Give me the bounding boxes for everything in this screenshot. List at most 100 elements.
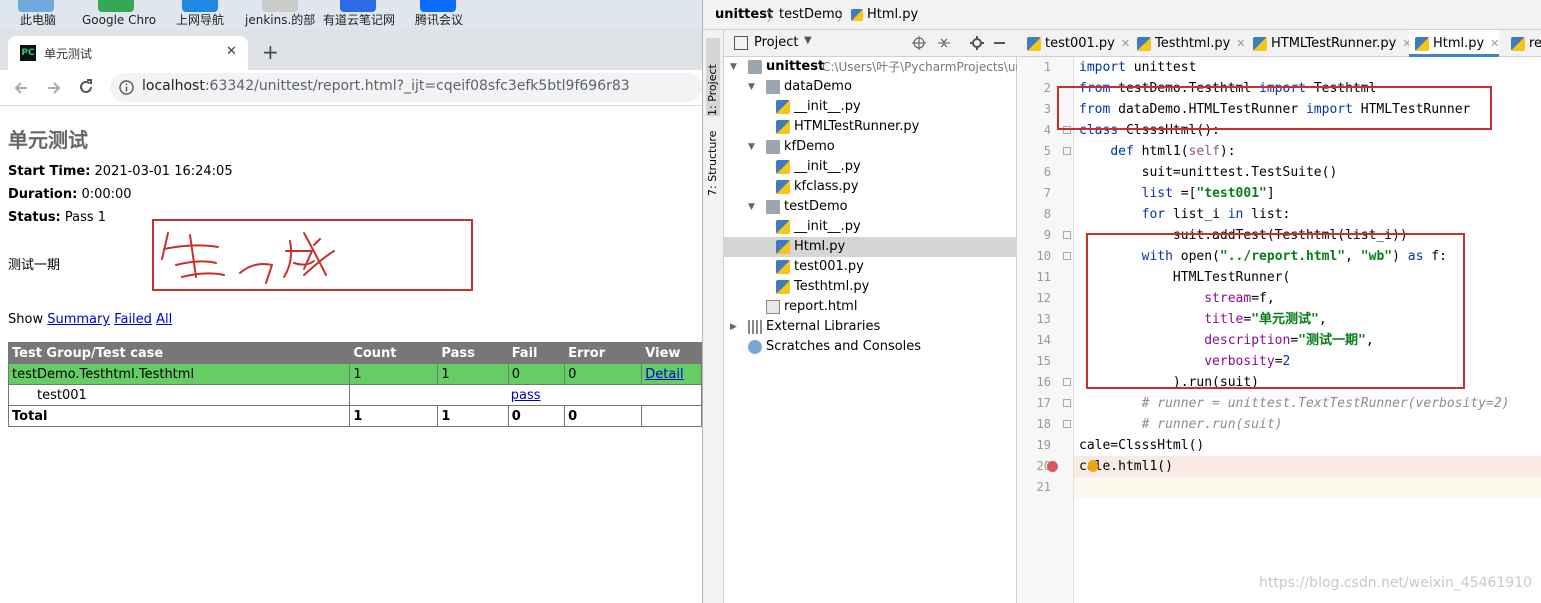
project-tool-tab[interactable]: 1: Project	[706, 38, 720, 116]
gear-icon[interactable]	[970, 36, 984, 50]
breadcrumb-project[interactable]: unittest	[715, 7, 773, 22]
annotation-box-import	[1057, 86, 1492, 130]
tree-item[interactable]: __init__.py	[724, 217, 1017, 237]
tree-item[interactable]: report.html	[724, 297, 1017, 317]
fold-marker-icon[interactable]	[1063, 147, 1071, 155]
editor-tab[interactable]: HTMLTestRunner.py ✕	[1247, 30, 1412, 57]
close-tab-icon[interactable]: ✕	[1121, 37, 1130, 50]
line-number: 6	[1043, 165, 1051, 179]
tree-item[interactable]: ▶ External Libraries	[724, 317, 1017, 337]
python-file-icon	[776, 100, 790, 114]
document-icon[interactable]	[262, 0, 298, 12]
code-line: def html1(self):	[1110, 144, 1236, 159]
line-number: 2	[1043, 81, 1051, 95]
summary-link[interactable]: Summary	[47, 312, 110, 327]
status-label: Status:	[8, 210, 61, 225]
address-bar[interactable]: localhost:63342/unittest/report.html?_ij…	[110, 73, 702, 102]
fail-cell: 0	[507, 363, 566, 385]
tree-item[interactable]: __init__.py	[724, 157, 1017, 177]
breadcrumb-file[interactable]: Html.py	[867, 7, 918, 22]
tree-item[interactable]: HTMLTestRunner.py	[724, 117, 1017, 137]
failed-link[interactable]: Failed	[114, 312, 152, 327]
tree-item[interactable]: Html.py	[724, 237, 1017, 257]
editor-tab[interactable]: re	[1505, 30, 1541, 57]
minimize-icon[interactable]	[994, 42, 1005, 44]
fold-marker-icon[interactable]	[1063, 420, 1071, 428]
breakpoint-icon[interactable]	[1047, 461, 1058, 472]
line-number: 11	[1036, 270, 1051, 284]
chevron-right-icon[interactable]: ▶	[730, 317, 737, 337]
youdao-note-icon[interactable]	[340, 0, 376, 12]
line-number: 9	[1043, 228, 1051, 242]
editor-tab[interactable]: Html.py ✕	[1409, 30, 1499, 57]
editor-tab-bar: test001.py ✕ Testhtml.py ✕ HTMLTestRunner.py…	[1017, 30, 1541, 57]
fold-marker-icon[interactable]	[1063, 378, 1071, 386]
tree-item-label: kfclass.py	[794, 179, 859, 194]
group-name-cell: testDemo.Testhtml.Testhtml	[7, 363, 351, 385]
close-tab-icon[interactable]: ✕	[1490, 37, 1499, 50]
tree-item-label: test001.py	[794, 259, 864, 274]
close-tab-icon[interactable]: ✕	[1236, 37, 1245, 50]
navigation-icon[interactable]	[182, 0, 218, 12]
total-pass-cell: 1	[437, 405, 509, 427]
chevron-down-icon[interactable]: ▼	[748, 137, 755, 157]
tencent-meeting-icon[interactable]	[420, 0, 456, 12]
tree-item[interactable]: test001.py	[724, 257, 1017, 277]
line-number: 4	[1043, 123, 1051, 137]
tree-item[interactable]: kfclass.py	[724, 177, 1017, 197]
chevron-down-icon[interactable]: ▼	[748, 197, 755, 217]
chevron-down-icon[interactable]: ▼	[730, 57, 737, 77]
python-file-icon	[776, 240, 790, 254]
line-number: 7	[1043, 186, 1051, 200]
tree-item[interactable]: ▼ unittest C:\Users\叶子\PycharmProjects\un	[724, 57, 1023, 77]
tree-item[interactable]: ▼ testDemo	[724, 197, 1017, 217]
all-link[interactable]: All	[156, 312, 172, 327]
chrome-icon[interactable]	[98, 0, 134, 12]
project-panel-title[interactable]: Project	[754, 35, 798, 50]
test-case-name-cell: test001	[7, 384, 351, 406]
structure-tool-tab[interactable]: 7: Structure	[706, 126, 720, 196]
scratches-icon	[748, 340, 762, 354]
python-file-icon	[776, 220, 790, 234]
detail-link[interactable]: Detail	[645, 367, 683, 382]
fold-marker-icon[interactable]	[1063, 231, 1071, 239]
breadcrumb-folder[interactable]: testDemo	[779, 7, 843, 22]
reload-icon[interactable]	[77, 78, 95, 96]
chevron-down-icon[interactable]: ▼	[804, 35, 812, 46]
browser-tab[interactable]: PC 单元测试 ✕	[8, 36, 248, 70]
editor-tab[interactable]: Testhtml.py ✕	[1131, 30, 1246, 57]
status-value: Pass 1	[64, 210, 107, 225]
collapse-all-icon[interactable]	[937, 36, 951, 50]
tree-item[interactable]: __init__.py	[724, 97, 1017, 117]
chevron-down-icon[interactable]: ▼	[748, 77, 755, 97]
breadcrumb-separator-icon: 〉	[837, 10, 851, 25]
pass-link[interactable]: pass	[511, 388, 541, 403]
line-number: 8	[1043, 207, 1051, 221]
tree-item-label: testDemo	[784, 199, 848, 214]
editor-tab-label: HTMLTestRunner.py	[1271, 36, 1397, 51]
tree-item[interactable]: Scratches and Consoles	[724, 337, 1017, 357]
tree-item[interactable]: ▼ kfDemo	[724, 137, 1017, 157]
locate-icon[interactable]	[912, 36, 926, 50]
lightbulb-icon[interactable]	[1088, 460, 1098, 472]
navigation-breadcrumb: unittest 〉 testDemo 〉 Html.py	[703, 0, 1541, 30]
tree-item-label: unittest	[766, 59, 825, 74]
desktop-icon-label: 有道云笔记网	[323, 13, 396, 27]
forward-arrow-icon[interactable]	[45, 79, 63, 97]
computer-icon[interactable]	[18, 0, 54, 12]
new-tab-button[interactable]: +	[262, 40, 279, 64]
tree-item[interactable]: Testhtml.py	[724, 277, 1017, 297]
total-fail-cell: 0	[507, 405, 566, 427]
back-arrow-icon[interactable]	[12, 79, 30, 97]
line-number: 18	[1036, 417, 1051, 431]
editor-tab[interactable]: test001.py ✕	[1021, 30, 1130, 57]
fold-marker-icon[interactable]	[1063, 252, 1071, 260]
header-cell: Error	[564, 342, 643, 364]
project-panel-header: Project ▼	[724, 30, 1017, 57]
total-count-cell: 1	[349, 405, 439, 427]
fold-marker-icon[interactable]	[1063, 399, 1071, 407]
info-icon[interactable]	[119, 80, 134, 95]
line-number: 15	[1036, 354, 1051, 368]
tree-item[interactable]: ▼ dataDemo	[724, 77, 1017, 97]
close-tab-icon[interactable]: ✕	[226, 44, 237, 59]
